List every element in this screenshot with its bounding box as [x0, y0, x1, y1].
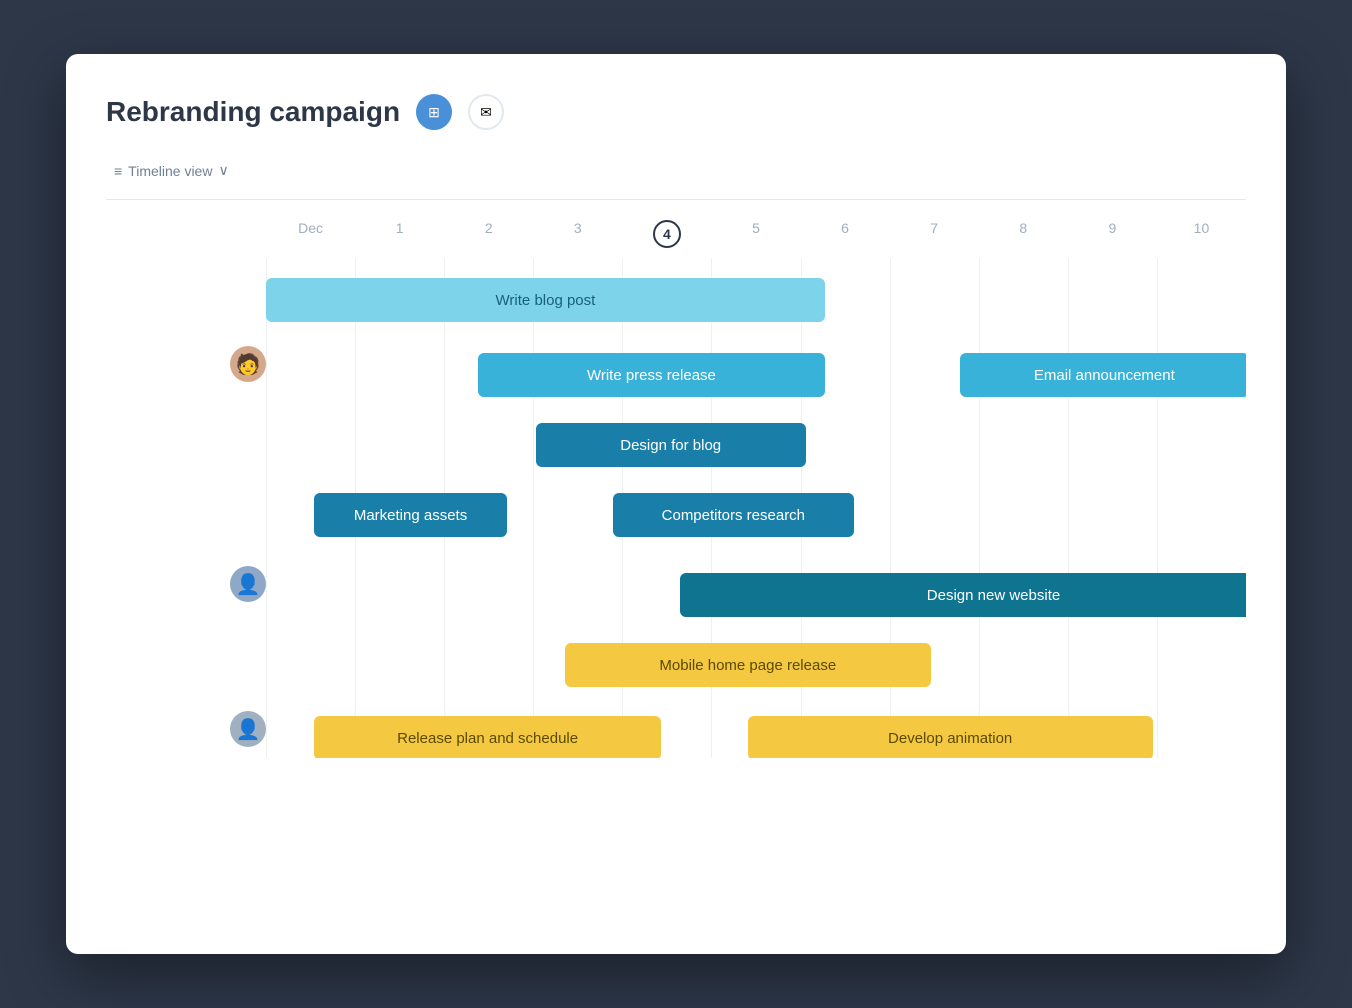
- competitors-research-bar[interactable]: Competitors research: [613, 493, 854, 537]
- timeline-view-button[interactable]: ≡ Timeline view ∨: [106, 158, 237, 183]
- write-blog-post-label: Write blog post: [496, 292, 596, 309]
- mobile-home-page-release-label: Mobile home page release: [659, 657, 836, 674]
- gantt-body: Write blog post 🧑 Write press release Em…: [106, 258, 1246, 758]
- mail-icon: ✉: [480, 104, 492, 121]
- grid-col-10: [1157, 258, 1246, 758]
- write-press-release-bar[interactable]: Write press release: [478, 353, 825, 397]
- design-new-website-bar[interactable]: Design new website: [680, 573, 1246, 617]
- release-plan-label: Release plan and schedule: [397, 730, 578, 747]
- email-announcement-label: Email announcement: [1034, 367, 1175, 384]
- timeline-col-1: 1: [355, 220, 444, 248]
- timeline-col-dec: Dec: [266, 220, 355, 248]
- avatar-female: 🧑: [230, 346, 266, 382]
- timeline-col-10: 10: [1157, 220, 1246, 248]
- avatar-male2-row: 👤: [230, 711, 266, 747]
- timeline-col-6: 6: [801, 220, 890, 248]
- release-plan-bar[interactable]: Release plan and schedule: [314, 716, 661, 758]
- develop-animation-label: Develop animation: [888, 730, 1012, 747]
- timeline-view-label: Timeline view: [128, 163, 212, 179]
- avatar-male: 👤: [230, 566, 266, 602]
- write-press-release-label: Write press release: [587, 367, 716, 384]
- timeline-row-spacer: [106, 220, 266, 248]
- timeline-col-9: 9: [1068, 220, 1157, 248]
- avatar-male2: 👤: [230, 711, 266, 747]
- today-indicator: 4: [653, 220, 681, 248]
- design-new-website-label: Design new website: [927, 587, 1060, 604]
- chevron-down-icon: ∨: [218, 162, 228, 179]
- grid-col-8: [979, 258, 1068, 758]
- competitors-research-label: Competitors research: [662, 507, 805, 524]
- mobile-home-page-release-bar[interactable]: Mobile home page release: [565, 643, 931, 687]
- design-for-blog-bar[interactable]: Design for blog: [536, 423, 806, 467]
- timeline-wrapper: Dec 1 2 3 4 5 6 7 8: [106, 220, 1246, 758]
- mail-view-button[interactable]: ✉: [468, 94, 504, 130]
- timeline-col-3: 3: [533, 220, 622, 248]
- marketing-assets-label: Marketing assets: [354, 507, 467, 524]
- grid-view-button[interactable]: ⊞: [416, 94, 452, 130]
- timeline-col-4-today: 4: [622, 220, 711, 248]
- page-title: Rebranding campaign: [106, 96, 400, 128]
- app-window: Rebranding campaign ⊞ ✉ ≡ Timeline view …: [66, 54, 1286, 954]
- write-blog-post-bar[interactable]: Write blog post: [266, 278, 825, 322]
- timeline-col-2: 2: [444, 220, 533, 248]
- avatar-female-row: 🧑: [230, 346, 266, 382]
- design-for-blog-label: Design for blog: [620, 437, 721, 454]
- email-announcement-bar[interactable]: Email announcement: [960, 353, 1246, 397]
- grid-col-9: [1068, 258, 1157, 758]
- avatar-male-row: 👤: [230, 566, 266, 602]
- grid-icon: ⊞: [428, 104, 440, 121]
- timeline-col-7: 7: [890, 220, 979, 248]
- develop-animation-bar[interactable]: Develop animation: [748, 716, 1153, 758]
- timeline-col-8: 8: [979, 220, 1068, 248]
- timeline-icon: ≡: [114, 163, 122, 179]
- page-header: Rebranding campaign ⊞ ✉: [106, 94, 1246, 130]
- timeline-col-5: 5: [711, 220, 800, 248]
- toolbar: ≡ Timeline view ∨: [106, 158, 1246, 200]
- timeline-header: Dec 1 2 3 4 5 6 7 8: [106, 220, 1246, 258]
- marketing-assets-bar[interactable]: Marketing assets: [314, 493, 507, 537]
